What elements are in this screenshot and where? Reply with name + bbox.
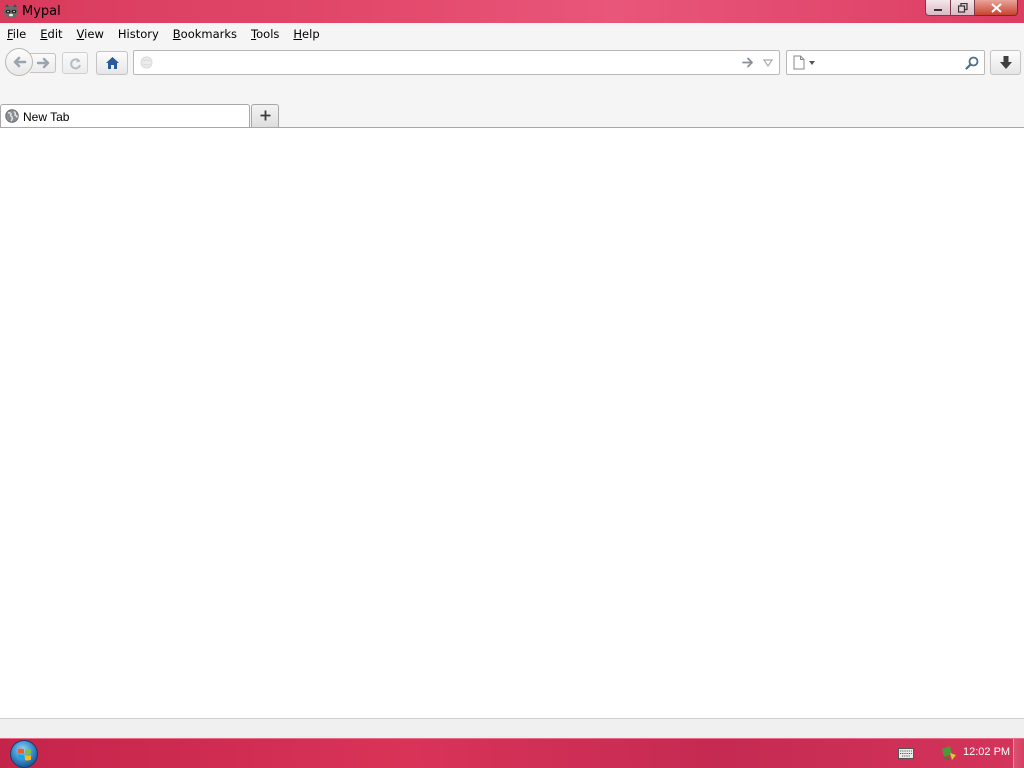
status-bar [0,718,1024,738]
menu-bookmarks-label: ookmarks [180,27,238,41]
network-icon[interactable] [941,745,957,761]
url-input[interactable] [156,53,740,74]
home-button[interactable] [96,51,128,75]
new-tab-button[interactable] [251,104,279,127]
close-icon [990,2,1002,13]
dropdown-arrow-icon[interactable] [763,59,773,67]
menu-file-label: ile [12,27,27,41]
menu-tools-label: ools [256,27,280,41]
page-content[interactable] [0,128,1024,718]
url-bar[interactable] [133,50,780,75]
go-arrow-icon[interactable] [742,57,755,68]
downloads-button[interactable] [990,50,1021,75]
reload-icon [70,58,81,70]
menu-edit[interactable]: Edit [33,23,69,45]
download-arrow-icon [1000,56,1012,69]
menu-help-accesskey: H [293,27,303,41]
taskbar: 12:02 PM [0,738,1024,768]
home-icon [106,57,119,69]
window-controls [925,0,1018,17]
tab-new-tab[interactable]: New Tab [0,104,250,128]
menu-view-label: iew [84,27,104,41]
menu-history[interactable]: History [111,23,166,45]
chevron-down-icon[interactable] [809,61,815,65]
forward-arrow-icon [37,57,50,69]
forward-button[interactable] [30,53,56,73]
window-title: Mypal [22,4,61,19]
back-arrow-icon [13,56,27,68]
navigation-toolbar [0,46,1024,80]
keyboard-icon[interactable] [898,748,914,759]
mypal-raccoon-icon [4,4,18,18]
site-identity-icon [140,56,153,69]
plus-icon [260,110,271,121]
menu-file[interactable]: File [0,23,33,45]
minimize-button[interactable] [925,0,951,16]
menu-bookmarks-accesskey: B [172,27,181,41]
magnifier-icon[interactable] [965,56,979,70]
menu-view[interactable]: View [70,23,111,45]
menu-history-accesskey: H [117,27,127,41]
windows-logo-icon [18,748,31,761]
minimize-icon [934,8,942,11]
menu-history-label: istory [126,27,159,41]
menu-edit-accesskey: E [40,27,48,41]
title-bar[interactable]: Mypal [0,0,1024,23]
system-clock[interactable]: 12:02 PM [963,746,1010,758]
menu-tools[interactable]: Tools [244,23,286,45]
menu-bar: File Edit View History Bookmarks Tools H… [0,23,327,45]
menu-help[interactable]: Help [286,23,326,45]
search-input[interactable] [823,53,965,74]
start-button[interactable] [10,740,38,768]
search-engine-icon[interactable] [793,55,805,70]
restore-icon [957,2,968,13]
menu-edit-label: dit [47,27,63,41]
back-button[interactable] [5,48,33,76]
search-bar[interactable] [786,50,985,75]
menu-help-label: elp [302,27,320,41]
browser-toolbox: File Edit View History Bookmarks Tools H… [0,23,1024,128]
tab-label: New Tab [23,110,70,124]
restore-button[interactable] [951,0,975,16]
close-button[interactable] [975,0,1018,16]
reload-button[interactable] [62,52,88,74]
menu-bookmarks[interactable]: Bookmarks [166,23,244,45]
show-desktop-button[interactable] [1013,739,1024,768]
globe-icon [5,109,19,123]
